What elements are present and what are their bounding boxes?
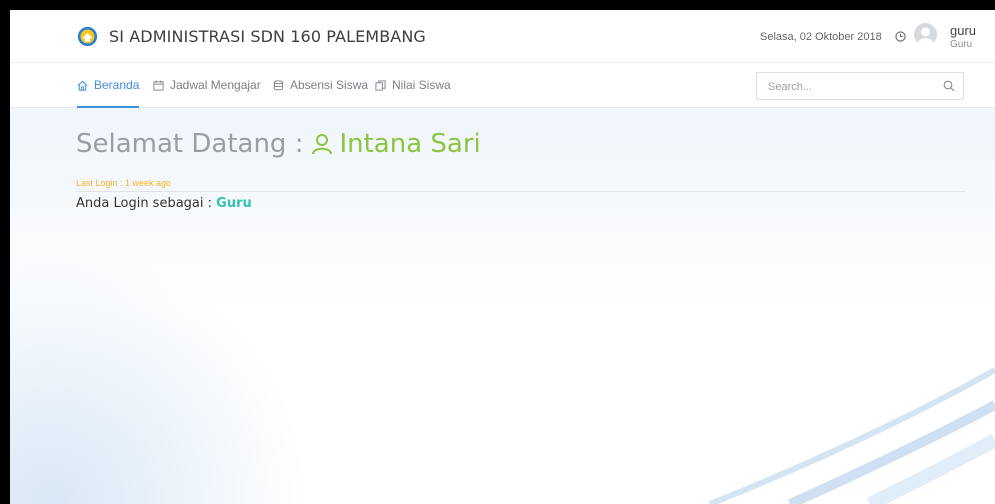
user-role: Guru: [950, 39, 973, 50]
user-avatar-icon[interactable]: [914, 23, 937, 46]
home-icon: [77, 80, 88, 91]
top-header: SI ADMINISTRASI SDN 160 PALEMBANG Selasa…: [10, 10, 995, 63]
welcome-prefix: Selamat Datang :: [76, 129, 304, 159]
nav-label: Beranda: [94, 78, 140, 92]
user-icon: [312, 134, 333, 155]
database-icon: [273, 79, 284, 90]
nav-label: Jadwal Mengajar: [170, 78, 261, 92]
app-window: SI ADMINISTRASI SDN 160 PALEMBANG Selasa…: [10, 10, 995, 504]
welcome-heading: Selamat Datang : Intana Sari: [76, 129, 481, 159]
nav-label: Nilai Siswa: [392, 78, 451, 92]
school-logo-icon: [77, 26, 98, 47]
divider: [76, 191, 965, 192]
login-role: Guru: [216, 196, 252, 211]
nav-item-absensi-siswa[interactable]: Absensi Siswa: [273, 63, 368, 107]
search-icon[interactable]: [943, 80, 955, 92]
current-date: Selasa, 02 Oktober 2018: [760, 31, 882, 43]
main-nav: Beranda Jadwal Mengajar Absensi Siswa Ni…: [10, 63, 995, 108]
nav-item-nilai-siswa[interactable]: Nilai Siswa: [375, 63, 451, 107]
last-login: Last Login : 1 week ago: [76, 178, 172, 188]
nav-label: Absensi Siswa: [290, 78, 369, 92]
login-role-line: Anda Login sebagai : Guru: [76, 196, 252, 211]
nav-item-jadwal-mengajar[interactable]: Jadwal Mengajar: [153, 63, 261, 107]
calendar-icon: [153, 79, 164, 91]
nav-item-beranda[interactable]: Beranda: [77, 63, 140, 108]
app-title: SI ADMINISTRASI SDN 160 PALEMBANG: [109, 27, 426, 46]
clock-icon: [895, 31, 906, 42]
user-name[interactable]: guru: [950, 23, 976, 38]
user-full-name: Intana Sari: [339, 129, 481, 159]
role-prefix: Anda Login sebagai :: [76, 196, 213, 211]
copy-icon: [375, 79, 386, 91]
search-input[interactable]: [766, 78, 930, 96]
search-box: [756, 72, 964, 100]
